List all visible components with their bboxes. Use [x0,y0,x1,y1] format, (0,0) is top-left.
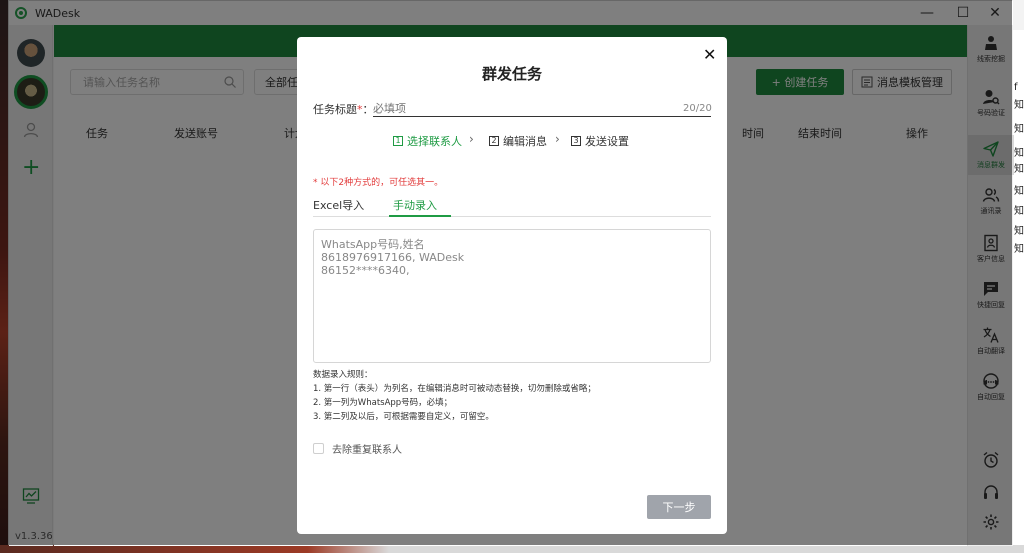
task-title-label: 任务标题*： [313,101,374,117]
contacts-textarea[interactable]: WhatsApp号码,姓名 8618976917166, WADesk 8615… [313,229,711,363]
edge-text: 知 [1014,186,1024,197]
step-edit-message: 2 编辑消息 [489,133,547,149]
tab-manual-entry[interactable]: 手动录入 [393,197,437,213]
edge-text: 知 [1014,100,1024,111]
dedup-option[interactable]: 去除重复联系人 [313,441,402,456]
task-title-label-text: 任务标题 [313,103,357,116]
import-method-hint: * 以下2种方式的，可任选其一。 [313,178,444,188]
step-number: 1 [393,136,403,146]
step-chevron-icon: › [555,132,560,146]
dialog-close-button[interactable]: ✕ [703,45,716,64]
desktop-background-bottom [0,545,1024,553]
data-entry-rules: 数据录入规则： 1. 第一行（表头）为列名，在编辑消息时可被动态替换，切勿删除或… [313,368,596,424]
label-colon: ： [362,103,374,116]
task-title-input[interactable] [373,101,711,117]
step-number: 3 [571,136,581,146]
tab-excel-import[interactable]: Excel导入 [313,197,364,213]
step-chevron-icon: › [469,132,474,146]
active-tab-underline [389,215,451,217]
rule-item: 1. 第一行（表头）为列名，在编辑消息时可被动态替换，切勿删除或省略； [313,384,596,394]
next-step-button[interactable]: 下一步 [647,495,711,519]
step-send-settings: 3 发送设置 [571,133,629,149]
edge-text: 知 [1014,244,1024,255]
rule-item: 3. 第二列及以后，可根据需要自定义，可留空。 [313,412,494,422]
dedup-checkbox[interactable] [313,443,324,454]
step-number: 2 [489,136,499,146]
import-method-tabs: Excel导入 手动录入 [313,195,711,217]
edge-text: 知 [1014,226,1024,237]
dialog-title: 群发任务 [481,65,542,83]
rule-item: 2. 第一列为WhatsApp号码，必填； [313,398,453,408]
step-select-contacts: 1 选择联系人 [393,133,462,149]
rules-heading: 数据录入规则： [313,370,373,380]
edge-text: 知 [1014,206,1024,217]
edge-text: 知 [1014,164,1024,175]
edge-text: 知 [1014,124,1024,135]
step-label: 发送设置 [585,135,629,148]
edge-text: 知 [1014,148,1024,159]
edge-text: f [1014,82,1018,93]
dedup-label: 去除重复联系人 [332,445,402,456]
step-label: 编辑消息 [503,135,547,148]
task-title-char-count: 20/20 [683,103,712,114]
broadcast-task-dialog: 群发任务 ✕ 任务标题*： 20/20 1 选择联系人 › 2 编辑消息 › 3… [297,37,727,534]
step-label: 选择联系人 [407,135,462,148]
